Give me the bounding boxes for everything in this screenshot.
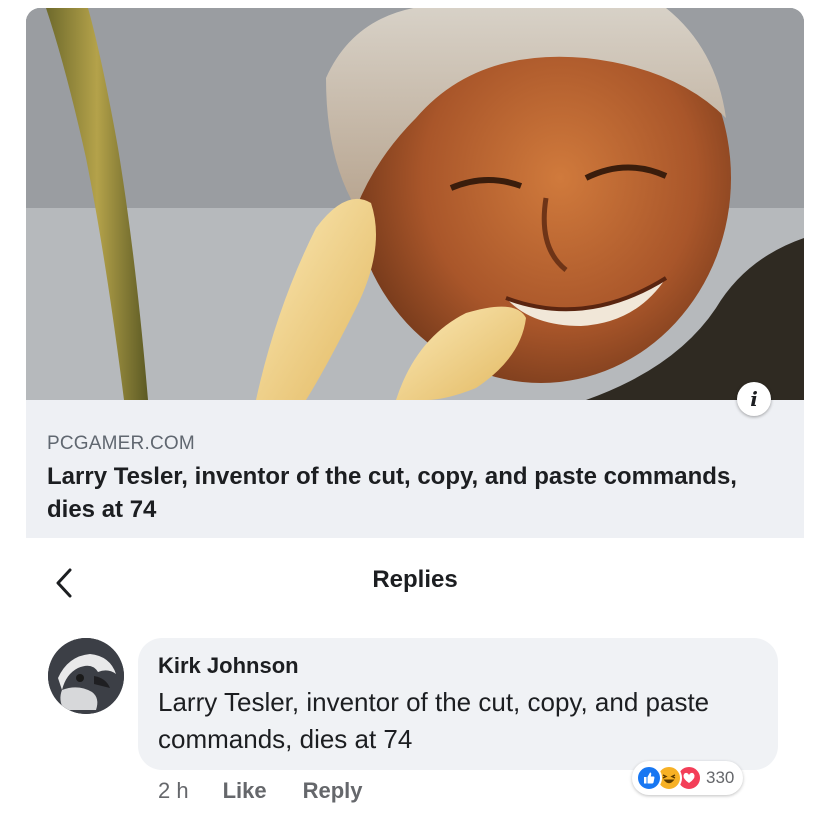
facebook-replies-screen: PCGAMER.COM Larry Tesler, inventor of th… (0, 0, 828, 828)
avatar[interactable] (48, 638, 124, 714)
reactions-summary[interactable]: 330 (632, 761, 744, 795)
comment-bubble: Kirk Johnson Larry Tesler, inventor of t… (138, 638, 778, 770)
link-preview-card[interactable]: PCGAMER.COM Larry Tesler, inventor of th… (26, 8, 804, 538)
comment-actions: 2 h Like Reply (158, 776, 399, 806)
replies-title: Replies (372, 566, 458, 593)
comment-timestamp[interactable]: 2 h (158, 778, 189, 804)
like-reaction-icon (636, 765, 662, 791)
replies-header: Replies (26, 545, 804, 625)
article-photo[interactable] (26, 8, 804, 400)
comment-text: Larry Tesler, inventor of the cut, copy,… (158, 687, 710, 754)
comment-author[interactable]: Kirk Johnson (158, 653, 299, 679)
reaction-count: 330 (706, 768, 735, 787)
like-button[interactable]: Like (223, 778, 267, 804)
reply-button[interactable]: Reply (303, 778, 363, 804)
link-domain: PCGAMER.COM (47, 433, 195, 454)
link-title[interactable]: Larry Tesler, inventor of the cut, copy,… (47, 460, 747, 526)
link-preview-text[interactable]: PCGAMER.COM Larry Tesler, inventor of th… (26, 400, 804, 538)
info-icon[interactable]: i (737, 382, 771, 416)
